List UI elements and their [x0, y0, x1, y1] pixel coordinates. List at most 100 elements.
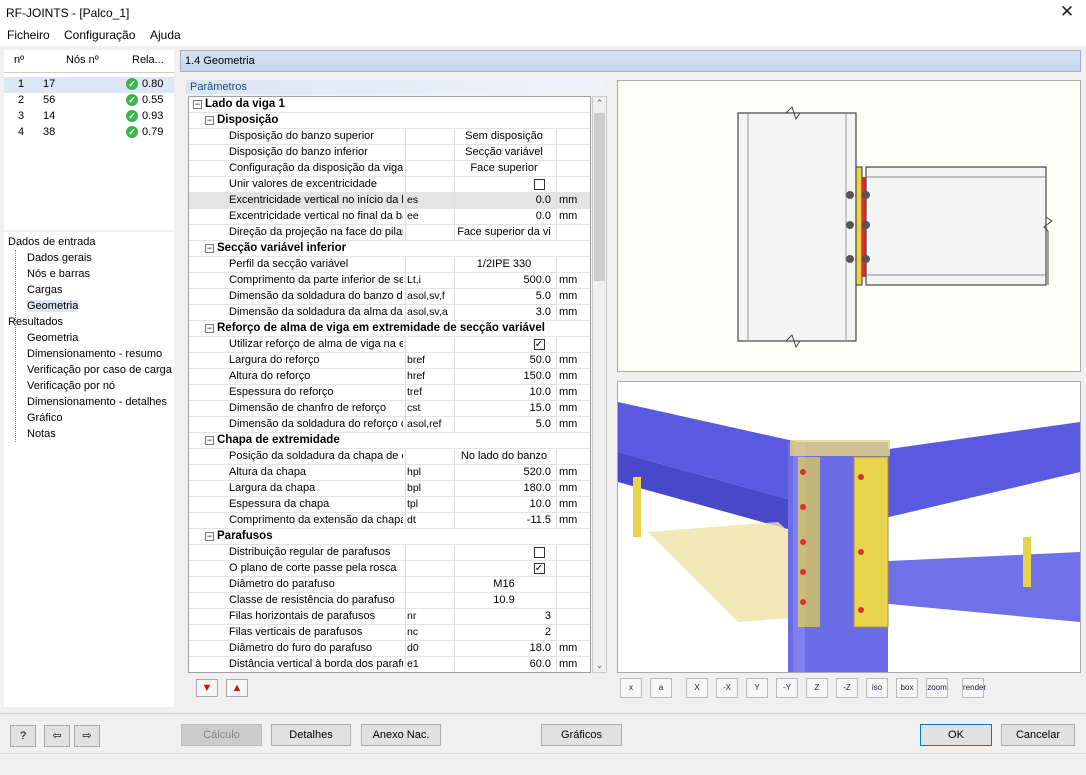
group-header[interactable]: − Secção variável inferior	[189, 241, 590, 257]
export-button[interactable]: ⇨	[74, 725, 100, 747]
param-value[interactable]: 18.0	[454, 642, 554, 654]
param-row[interactable]: Dimensão da soldadura do banzo da asol,sv…	[189, 289, 590, 305]
view-neg-x-button[interactable]: -X	[716, 678, 738, 698]
grid-scrollbar[interactable]: ⌃ ⌄	[592, 96, 607, 673]
param-row[interactable]: Disposição do banzo superior Sem disposiç…	[189, 129, 590, 145]
geometry-2d-view[interactable]	[617, 80, 1081, 372]
geometry-3d-view[interactable]	[617, 381, 1081, 673]
param-row[interactable]: Dimensão da soldadura da alma da s asol,s…	[189, 305, 590, 321]
param-row[interactable]: Diâmetro do parafuso M16	[189, 577, 590, 593]
import-button[interactable]: ⇦	[44, 725, 70, 747]
collapse-icon[interactable]: −	[205, 116, 214, 125]
param-checkbox[interactable]	[524, 546, 554, 558]
tree-result-by-loadcase[interactable]: Verificação por caso de carga	[27, 364, 172, 376]
cancel-button[interactable]: Cancelar	[1001, 724, 1075, 746]
param-row[interactable]: O plano de corte passe pela rosca ✓	[189, 561, 590, 577]
param-value[interactable]: 3	[454, 610, 554, 622]
tree-result-summary[interactable]: Dimensionamento - resumo	[27, 348, 162, 360]
param-value[interactable]: 3.0	[454, 306, 554, 318]
col-header-no[interactable]: nº	[14, 54, 24, 66]
view-neg-y-button[interactable]: -Y	[776, 678, 798, 698]
collapse-icon[interactable]: −	[205, 436, 214, 445]
tree-input-data[interactable]: Dados de entrada	[8, 236, 95, 248]
param-row[interactable]: Dimensão de chanfro de reforço cst 15.0 mm	[189, 401, 590, 417]
param-row[interactable]: Diâmetro do furo do parafuso d0 18.0 mm	[189, 641, 590, 657]
param-value[interactable]: 150.0	[454, 370, 554, 382]
param-value[interactable]: 0.0	[454, 194, 554, 206]
tree-item-loads[interactable]: Cargas	[27, 284, 62, 296]
param-row[interactable]: Espessura da chapa tpl 10.0 mm	[189, 497, 590, 513]
param-row[interactable]: Distância vertical à borda dos parafu e1 6…	[189, 657, 590, 672]
param-row[interactable]: Utilizar reforço de alma de viga na ex ✓	[189, 337, 590, 353]
view-neg-z-button[interactable]: -Z	[836, 678, 858, 698]
param-value[interactable]: 50.0	[454, 354, 554, 366]
param-value[interactable]: No lado do banzo	[454, 450, 554, 462]
param-value[interactable]: M16	[454, 578, 554, 590]
col-header-node[interactable]: Nós nº	[66, 54, 99, 66]
param-row[interactable]: Distribuição regular de parafusos	[189, 545, 590, 561]
collapse-icon[interactable]: −	[205, 532, 214, 541]
param-value[interactable]: 180.0	[454, 482, 554, 494]
param-value[interactable]: 5.0	[454, 418, 554, 430]
collapse-all-button[interactable]: ▼	[196, 679, 218, 697]
param-value[interactable]: 5.0	[454, 290, 554, 302]
col-header-ratio[interactable]: Rela...	[132, 54, 164, 66]
tree-item-general-data[interactable]: Dados gerais	[27, 252, 92, 264]
group-header[interactable]: − Reforço de alma de viga em extremidade …	[189, 321, 590, 337]
graphics-button[interactable]: Gráficos	[541, 724, 622, 746]
scroll-down-icon[interactable]: ⌄	[594, 660, 605, 671]
ok-button[interactable]: OK	[920, 724, 992, 746]
help-button[interactable]: ?	[10, 725, 36, 747]
tree-result-graphic[interactable]: Gráfico	[27, 412, 62, 424]
param-row[interactable]: Comprimento da extensão da chapa dt -11.5 m…	[189, 513, 590, 529]
unchecked-icon[interactable]	[533, 178, 545, 190]
collapse-icon[interactable]: −	[193, 100, 202, 109]
param-value[interactable]: Secção variável	[454, 146, 554, 158]
collapse-icon[interactable]: −	[205, 324, 214, 333]
param-value[interactable]: 500.0	[454, 274, 554, 286]
joint-row[interactable]: 4 38 ✓ 0.79	[4, 125, 174, 141]
menu-help[interactable]: Ajuda	[150, 28, 181, 42]
view-a-button[interactable]: a	[650, 678, 672, 698]
collapse-icon[interactable]: −	[205, 244, 214, 253]
national-annex-button[interactable]: Anexo Nac.	[361, 724, 441, 746]
menu-configuration[interactable]: Configuração	[64, 28, 135, 42]
param-row[interactable]: Excentricidade vertical no início da b es…	[189, 193, 590, 209]
param-value[interactable]: Face superior	[454, 162, 554, 174]
tree-item-geometry[interactable]: Geometria	[27, 300, 79, 312]
joint-row[interactable]: 1 17 ✓ 0.80	[4, 77, 174, 93]
details-button[interactable]: Detalhes	[271, 724, 351, 746]
param-row[interactable]: Dimensão da soldadura do reforço d asol,r…	[189, 417, 590, 433]
param-value[interactable]: -11.5	[454, 514, 554, 526]
group-header[interactable]: − Lado da viga 1	[189, 97, 590, 113]
close-icon[interactable]: ✕	[1058, 2, 1076, 22]
param-value[interactable]: 0.0	[454, 210, 554, 222]
param-row[interactable]: Largura do reforço bref 50.0 mm	[189, 353, 590, 369]
param-row[interactable]: Comprimento da parte inferior de sec Lt,i…	[189, 273, 590, 289]
param-row[interactable]: Altura da chapa hpl 520.0 mm	[189, 465, 590, 481]
tree-results[interactable]: Resultados	[8, 316, 63, 328]
joint-row[interactable]: 3 14 ✓ 0.93	[4, 109, 174, 125]
param-row[interactable]: Filas horizontais de parafusos nr 3	[189, 609, 590, 625]
param-value[interactable]: 10.0	[454, 386, 554, 398]
view-render-button[interactable]: render	[962, 678, 986, 698]
param-checkbox[interactable]: ✓	[524, 562, 554, 574]
calculation-button[interactable]: Cálculo	[181, 724, 262, 746]
param-checkbox[interactable]: ✓	[524, 338, 554, 350]
view-y-button[interactable]: Y	[746, 678, 768, 698]
param-row[interactable]: Configuração da disposição da viga Face s…	[189, 161, 590, 177]
view-x-button[interactable]: X	[686, 678, 708, 698]
expand-all-button[interactable]: ▲	[226, 679, 248, 697]
param-row[interactable]: Espessura do reforço tref 10.0 mm	[189, 385, 590, 401]
joint-row[interactable]: 2 56 ✓ 0.55	[4, 93, 174, 109]
param-value[interactable]: Sem disposição	[454, 130, 554, 142]
param-value[interactable]: 10.9	[454, 594, 554, 606]
param-row[interactable]: Excentricidade vertical no final da ba ee…	[189, 209, 590, 225]
param-row[interactable]: Unir valores de excentricidade	[189, 177, 590, 193]
group-header[interactable]: − Chapa de extremidade	[189, 433, 590, 449]
param-row[interactable]: Classe de resistência do parafuso 10.9	[189, 593, 590, 609]
param-value[interactable]: 2	[454, 626, 554, 638]
param-value[interactable]: Face superior da vi	[454, 226, 554, 238]
tree-result-details[interactable]: Dimensionamento - detalhes	[27, 396, 167, 408]
checked-icon[interactable]: ✓	[533, 562, 545, 574]
